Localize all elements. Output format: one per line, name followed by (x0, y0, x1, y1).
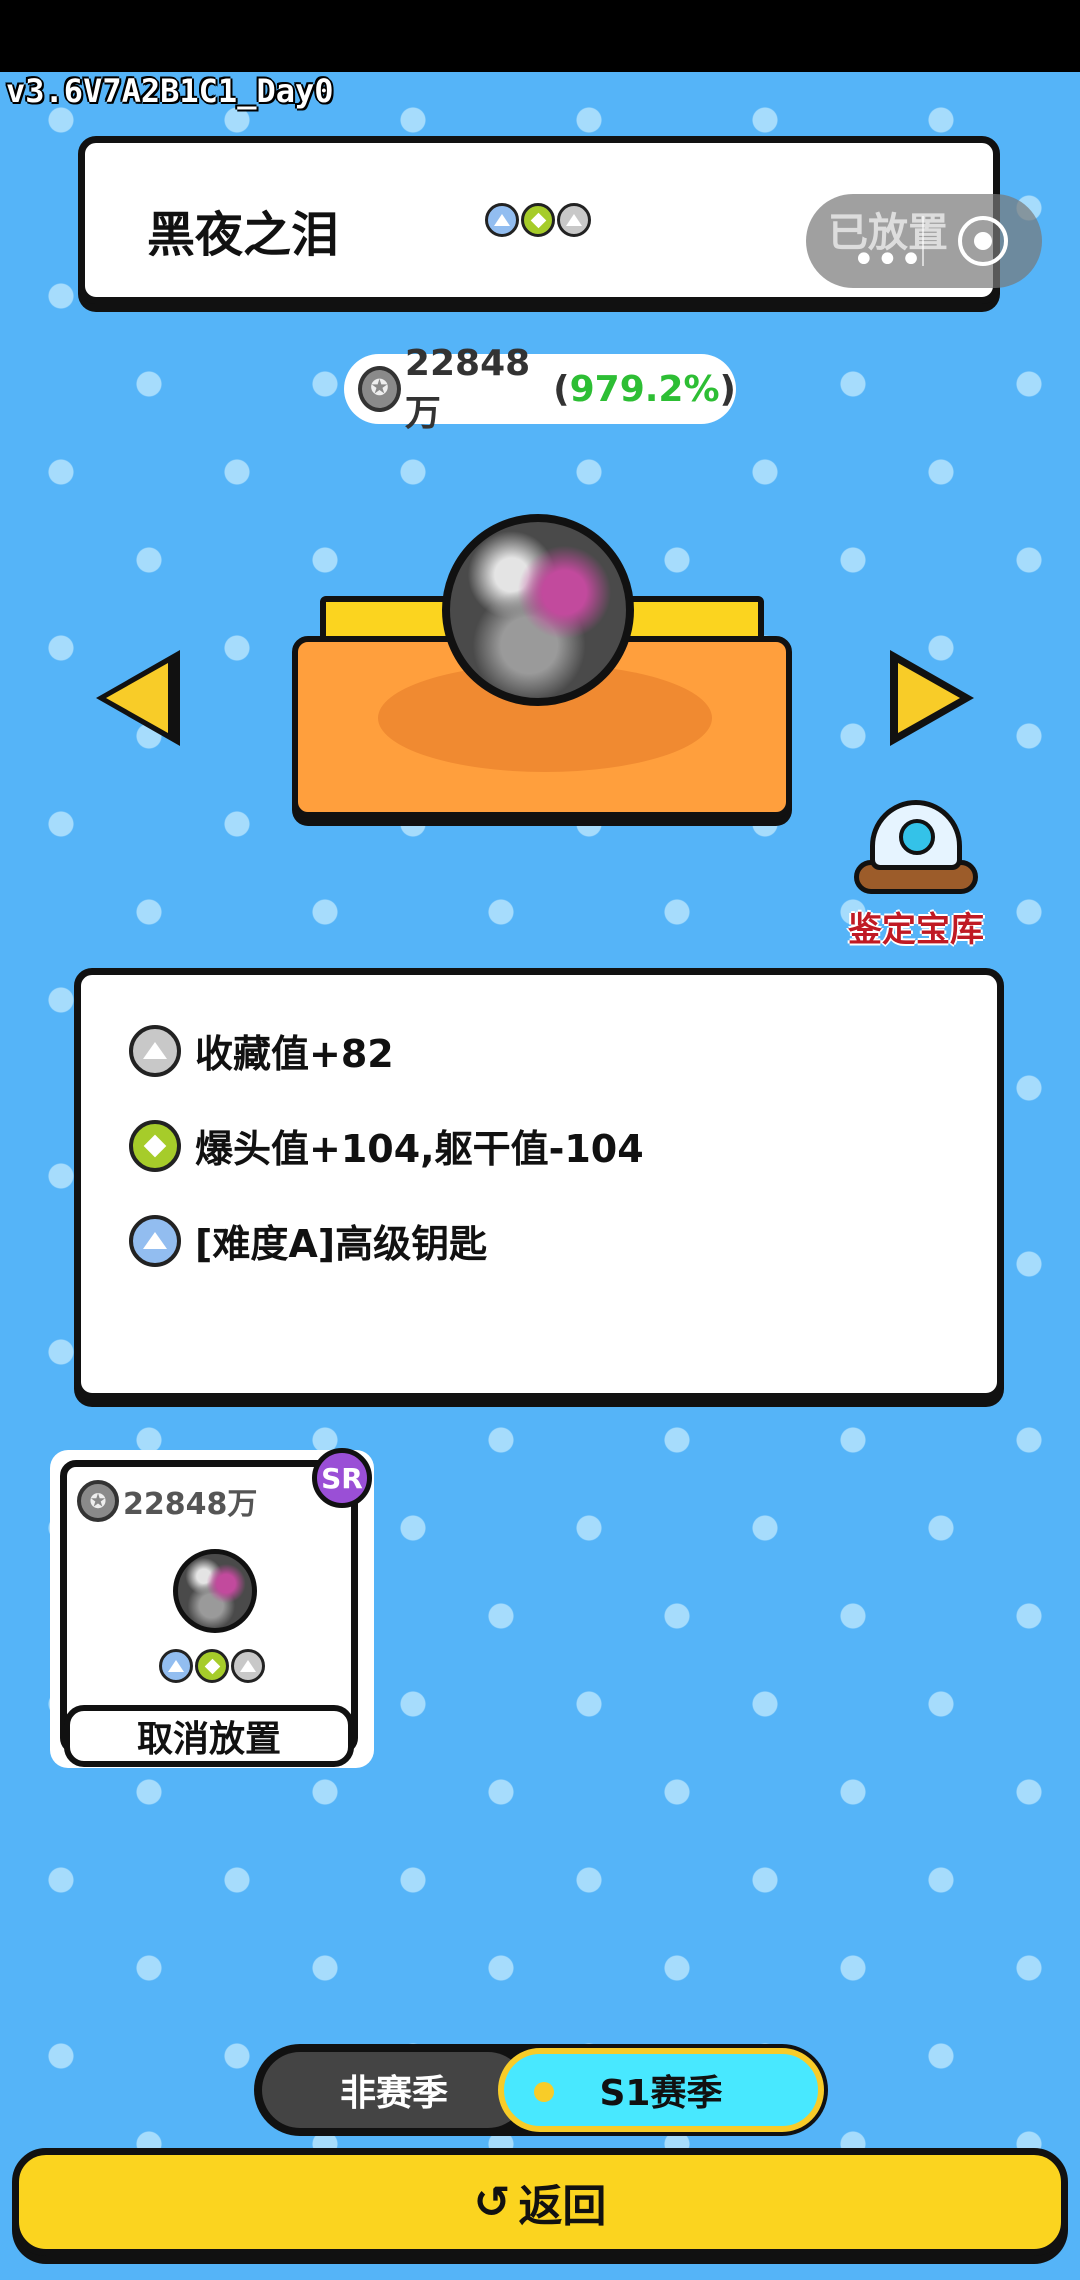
prev-arrow-fill[interactable] (106, 663, 168, 733)
rune-green-icon (129, 1119, 181, 1172)
paren-close: ) (719, 368, 736, 410)
attribute-row: 爆头值+104,躯干值-104 (129, 1118, 644, 1173)
card-rune-row (159, 1649, 265, 1683)
attribute-row: 收藏值+82 (129, 1023, 394, 1078)
card-orb-image (173, 1549, 257, 1633)
more-icon[interactable]: ••• (852, 240, 923, 280)
appraisal-vault-button[interactable]: 鉴定宝库 (836, 798, 996, 958)
item-card-inner[interactable]: ✪ 22848万 取消放置 (60, 1460, 358, 1767)
back-label: 返回 (518, 2181, 607, 2232)
rune-blue-icon (159, 1649, 193, 1683)
item-price: 22848万 (404, 342, 531, 434)
item-name: 黑夜之泪 (147, 207, 340, 263)
rune-green-icon (521, 203, 555, 237)
tab-s1-season[interactable]: S1赛季 (498, 2048, 824, 2132)
attribute-row: [难度A]高级钥匙 (129, 1213, 487, 1268)
item-rune-row (485, 203, 591, 237)
tab-off-season[interactable]: 非赛季 (262, 2052, 526, 2128)
back-button[interactable]: ↺ 返回 (12, 2148, 1068, 2256)
item-value-pill: ✪ 22848万 ( 979.2% ) (344, 343, 736, 434)
coin-icon: ✪ (358, 366, 401, 412)
next-arrow-fill[interactable] (898, 663, 960, 733)
card-price-value: 22848万 (123, 1487, 258, 1522)
vault-eye-icon (899, 819, 935, 855)
status-bar (0, 0, 1080, 72)
attribute-text: 爆头值+104,躯干值-104 (195, 1127, 644, 1171)
rune-gray-icon (231, 1649, 265, 1683)
rune-gray-icon (129, 1024, 181, 1077)
paren-open: ( (553, 368, 570, 410)
cancel-placement-button[interactable]: 取消放置 (64, 1705, 354, 1767)
attribute-text: 收藏值+82 (195, 1032, 394, 1076)
card-price: ✪ 22848万 (77, 1479, 257, 1523)
item-orb-image (442, 514, 634, 706)
attributes-panel: 收藏值+82 爆头值+104,躯干值-104 [难度A]高级钥匙 (74, 968, 1004, 1400)
season-toggle[interactable]: 非赛季 S1赛季 (254, 2044, 828, 2136)
season-on-label: S1赛季 (599, 2073, 723, 2114)
miniprogram-capsule[interactable]: 已放置 ••• (806, 194, 1042, 288)
version-label: v3.6V7A2B1C1_Day0 (6, 72, 334, 110)
rune-blue-icon (485, 203, 519, 237)
rune-gray-icon (557, 203, 591, 237)
close-target-icon[interactable] (958, 216, 1008, 266)
item-percent: 979.2% (569, 368, 720, 410)
rune-blue-icon (129, 1214, 181, 1267)
undo-arrow-icon: ↺ (473, 2176, 511, 2228)
rune-green-icon (195, 1649, 229, 1683)
placed-item-card[interactable]: ✪ 22848万 取消放置 SR (50, 1448, 374, 1768)
active-dot-icon (534, 2082, 554, 2102)
vault-label: 鉴定宝库 (848, 910, 984, 950)
coin-icon: ✪ (77, 1480, 119, 1522)
capsule-divider (922, 216, 924, 266)
attribute-text: [难度A]高级钥匙 (195, 1222, 488, 1266)
rarity-badge: SR (312, 1448, 372, 1508)
vault-dome-icon (870, 800, 962, 870)
